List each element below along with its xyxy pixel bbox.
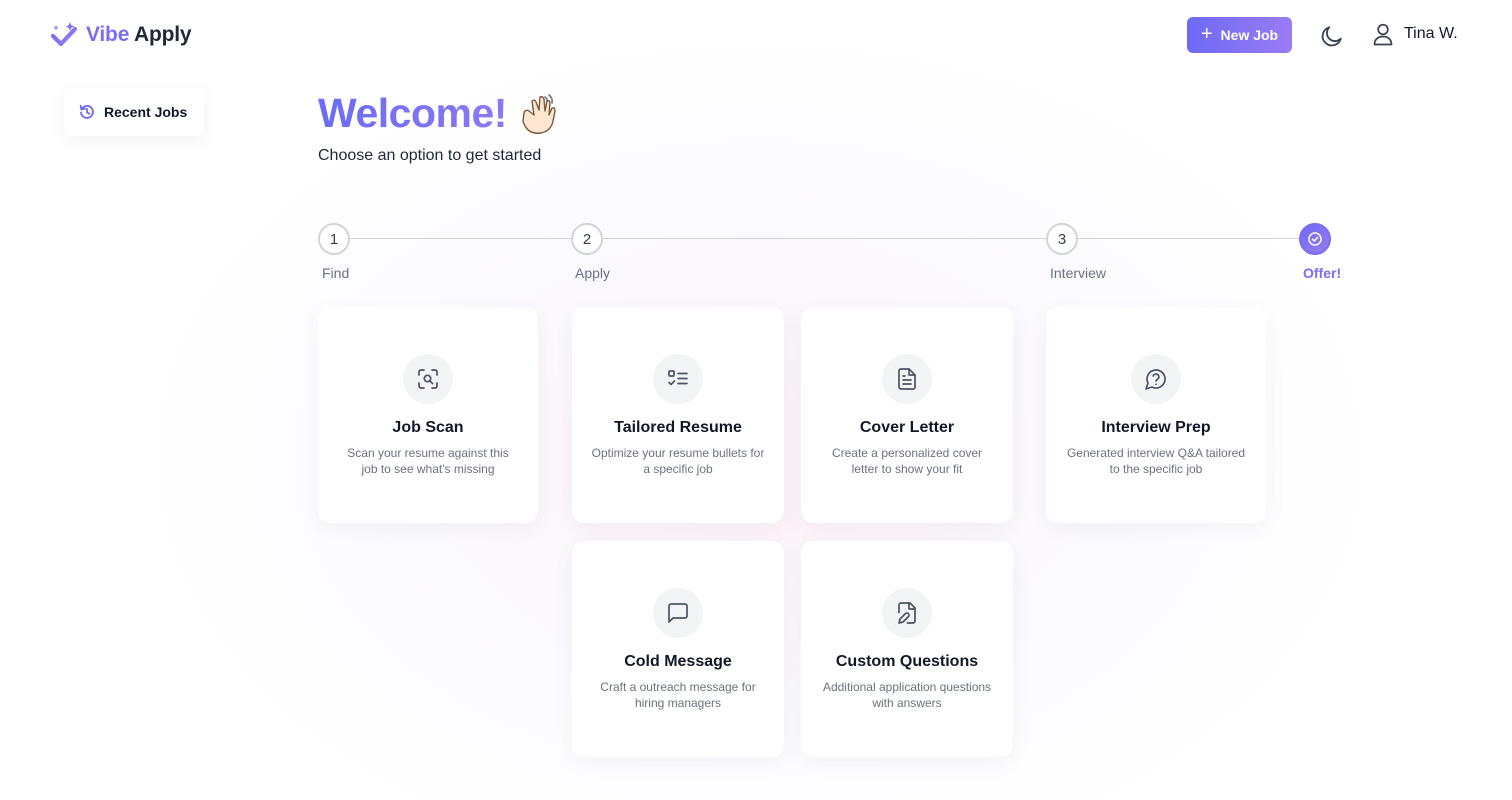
card-description: Optimize your resume bullets for a speci… bbox=[591, 446, 765, 476]
moon-icon[interactable] bbox=[1319, 23, 1345, 49]
user-icon bbox=[1373, 23, 1393, 46]
tailored-resume-card[interactable]: Tailored Resume Optimize your resume bul… bbox=[572, 307, 784, 523]
new-job-button[interactable]: + New Job bbox=[1187, 17, 1292, 53]
app-logo[interactable]: Vibe Apply bbox=[50, 20, 192, 50]
card-title: Job Scan bbox=[392, 419, 464, 436]
waving-hand-icon bbox=[522, 93, 556, 134]
cold-message-card[interactable]: Cold Message Craft a outreach message fo… bbox=[572, 541, 784, 757]
check-circle-icon bbox=[1308, 232, 1322, 246]
user-menu[interactable]: Tina W. bbox=[1372, 22, 1458, 46]
step-4-circle[interactable] bbox=[1299, 223, 1331, 255]
card-description: Craft a outreach message for hiring mana… bbox=[600, 680, 756, 710]
custom-questions-card[interactable]: Custom Questions Additional application … bbox=[801, 541, 1013, 757]
step-3-label: Interview bbox=[1050, 265, 1107, 281]
welcome-heading: Welcome! bbox=[318, 90, 561, 137]
file-pen-icon bbox=[882, 588, 932, 638]
message-square-icon bbox=[653, 588, 703, 638]
question-bubble-icon bbox=[1131, 354, 1181, 404]
logo-text-vibe: Vibe bbox=[86, 23, 130, 46]
step-2-circle[interactable]: 2 bbox=[571, 223, 603, 255]
card-title: Cold Message bbox=[624, 653, 732, 670]
logo-check-sparkle-icon bbox=[50, 22, 78, 47]
list-check-icon bbox=[653, 354, 703, 404]
document-icon bbox=[882, 354, 932, 404]
logo-text: Vibe Apply bbox=[86, 23, 192, 47]
step-1-circle[interactable]: 1 bbox=[318, 223, 350, 255]
card-title: Tailored Resume bbox=[614, 419, 742, 436]
page-subtitle: Choose an option to get started bbox=[318, 147, 542, 164]
card-title: Cover Letter bbox=[859, 419, 955, 436]
job-scan-card[interactable]: Job Scan Scan your resume against this j… bbox=[318, 307, 538, 523]
recent-jobs-button[interactable]: Recent Jobs bbox=[64, 88, 204, 136]
step-2-label: Apply bbox=[575, 265, 611, 281]
recent-jobs-label: Recent Jobs bbox=[104, 104, 188, 120]
cover-letter-card[interactable]: Cover Letter Create a personalized cover… bbox=[801, 307, 1013, 523]
scan-search-icon bbox=[403, 354, 453, 404]
card-title: Custom Questions bbox=[835, 653, 979, 670]
step-3-circle[interactable]: 3 bbox=[1046, 223, 1078, 255]
card-description: Generated interview Q&A tailored to the … bbox=[1066, 446, 1246, 476]
card-description: Scan your resume against this job to see… bbox=[347, 446, 509, 476]
stepper-track bbox=[334, 238, 1315, 239]
history-icon bbox=[79, 104, 94, 119]
step-1-label: Find bbox=[322, 265, 350, 281]
card-description: Additional application questions with an… bbox=[822, 680, 992, 710]
step-4-label: Offer! bbox=[1303, 265, 1342, 281]
interview-prep-card[interactable]: Interview Prep Generated interview Q&A t… bbox=[1046, 307, 1266, 523]
card-description: Create a personalized cover letter to sh… bbox=[831, 446, 983, 476]
page-title: Welcome! bbox=[318, 90, 507, 136]
user-name: Tina W. bbox=[1404, 25, 1458, 42]
new-job-label: New Job bbox=[1220, 27, 1279, 43]
card-title: Interview Prep bbox=[1101, 419, 1211, 436]
plus-icon: + bbox=[1200, 23, 1213, 45]
logo-text-apply: Apply bbox=[134, 23, 192, 46]
top-bar: Vibe Apply + New Job Tina W. bbox=[0, 0, 1512, 72]
